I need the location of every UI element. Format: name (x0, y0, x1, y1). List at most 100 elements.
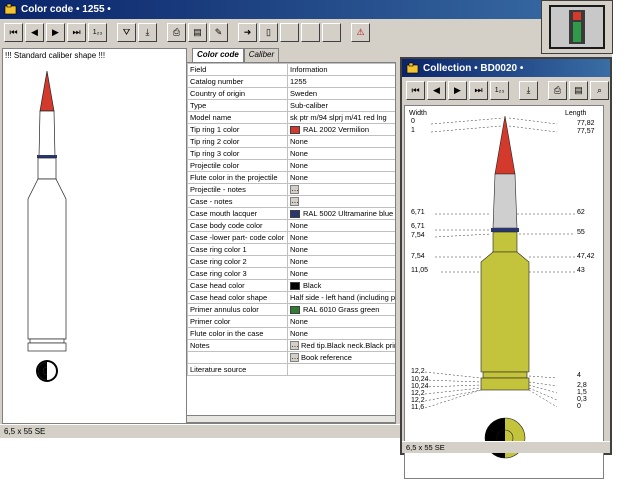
col-preview-icon[interactable]: ▤ (569, 81, 588, 100)
col-prev-record-icon[interactable]: ◀ (427, 81, 446, 100)
info-cell[interactable]: None (287, 219, 395, 232)
table-row[interactable]: Literature source (187, 363, 395, 376)
table-row[interactable]: Catalog number 1255 (187, 75, 395, 88)
table-row[interactable]: Case ring color 3 None (187, 267, 395, 280)
info-cell[interactable]: Half side - left hand (including prim (287, 291, 395, 304)
info-cell[interactable]: None (287, 171, 395, 184)
print-icon[interactable]: ⎙ (167, 23, 186, 42)
info-cell[interactable]: None (287, 147, 395, 160)
next-record-icon[interactable]: ▶ (46, 23, 65, 42)
info-text: Black (303, 280, 322, 290)
info-cell[interactable]: sk ptr m/94 slprj m/41 red lng (287, 111, 395, 124)
prev-record-icon[interactable]: ◀ (25, 23, 44, 42)
tab-color-code[interactable]: Color code (192, 48, 244, 62)
info-cell[interactable]: None (287, 231, 395, 244)
col-save-icon[interactable]: ⤓ (519, 81, 538, 100)
col-last-record-icon[interactable]: ⏭ (469, 81, 488, 100)
info-cell[interactable]: Sub-caliber (287, 99, 395, 112)
col-print-icon[interactable]: ⎙ (548, 81, 567, 100)
info-cell[interactable]: None (287, 315, 395, 328)
field-cell: Case head color (187, 279, 288, 292)
col-next-record-icon[interactable]: ▶ (448, 81, 467, 100)
main-toolbar: ⏮ ◀ ▶ ⏭ 1₂₃ ⛛ ⤓ ⎙ ▤ ✎ ➜ ▯ ⚠ (0, 23, 612, 42)
table-row[interactable]: Case mouth lacquer RAL 5002 Ultramarine b… (187, 207, 395, 220)
info-cell[interactable]: None (287, 327, 395, 340)
table-row[interactable]: Projectile - notes… (187, 183, 395, 196)
table-row[interactable]: Projectile color None (187, 159, 395, 172)
table-row[interactable]: Notes… Red tip.Black neck.Black prim (187, 339, 395, 352)
info-cell[interactable]: None (287, 159, 395, 172)
info-cell[interactable]: 1255 (287, 75, 395, 88)
col-first-record-icon[interactable]: ⏮ (406, 81, 425, 100)
table-row[interactable]: Primer annulus color RAL 6010 Grass green (187, 303, 395, 316)
main-title: Color code • 1255 • (21, 4, 111, 15)
table-row[interactable]: Tip ring 3 color None (187, 147, 395, 160)
table-row[interactable]: Country of origin Sweden (187, 87, 395, 100)
last-record-icon[interactable]: ⏭ (67, 23, 86, 42)
info-cell[interactable]: None (287, 135, 395, 148)
ellipsis-button[interactable]: … (290, 197, 299, 207)
info-cell[interactable]: RAL 5002 Ultramarine blue (287, 207, 395, 220)
col-zoom-icon[interactable]: ⌕ (590, 81, 609, 100)
length-value: 2,8 (577, 382, 587, 389)
ellipsis-button[interactable]: … (290, 353, 299, 363)
info-cell[interactable]: None (287, 243, 395, 256)
export-icon[interactable]: ➜ (238, 23, 257, 42)
table-row[interactable]: … Book reference (187, 351, 395, 364)
app-launcher-tile[interactable] (541, 0, 613, 54)
info-cell[interactable] (287, 363, 395, 376)
info-text: RAL 6010 Grass green (303, 304, 380, 314)
collection-titlebar[interactable]: Collection • BD0020 • (402, 59, 610, 77)
info-cell[interactable]: None (287, 255, 395, 268)
length-value: 43 (577, 267, 585, 274)
table-row[interactable]: Tip ring 1 color RAL 2002 Vermilion (187, 123, 395, 136)
app-tile-icon (549, 5, 605, 49)
table-row[interactable]: Case body code color None (187, 219, 395, 232)
info-cell[interactable]: RAL 6010 Grass green (287, 303, 395, 316)
save-icon[interactable]: ⤓ (138, 23, 157, 42)
table-row[interactable]: Case head color shape Half side - left ha… (187, 291, 395, 304)
blank-button-3[interactable] (322, 23, 341, 42)
info-cell[interactable]: … Red tip.Black neck.Black prim (287, 339, 395, 352)
info-text: 1255 (290, 77, 307, 86)
info-cell[interactable]: RAL 2002 Vermilion (287, 123, 395, 136)
table-row[interactable]: Primer color None (187, 315, 395, 328)
table-row[interactable]: Case ring color 2 None (187, 255, 395, 268)
col-goto-record-icon[interactable]: 1₂₃ (490, 81, 509, 100)
blank-button-1[interactable] (280, 23, 299, 42)
table-row[interactable]: Case ring color 1 None (187, 243, 395, 256)
field-cell: Type (187, 99, 288, 112)
table-row[interactable]: Case head color Black (187, 279, 395, 292)
blank-button-2[interactable] (301, 23, 320, 42)
table-row[interactable]: Type Sub-caliber (187, 99, 395, 112)
table-row[interactable]: Case -lower part- code color None (187, 231, 395, 244)
ellipsis-button[interactable]: … (290, 185, 299, 195)
ellipsis-button[interactable]: … (290, 341, 299, 351)
field-cell: Country of origin (187, 87, 288, 100)
main-titlebar[interactable]: Color code • 1255 • (0, 0, 612, 19)
table-row[interactable]: Model name sk ptr m/94 slprj m/41 red lng (187, 111, 395, 124)
info-text: Book reference (301, 352, 352, 362)
info-text: Sub-caliber (290, 101, 328, 110)
report-icon[interactable]: ✎ (209, 23, 228, 42)
tab-caliber[interactable]: Caliber (243, 48, 280, 62)
info-cell[interactable]: … Book reference (287, 351, 395, 364)
first-record-icon[interactable]: ⏮ (4, 23, 23, 42)
table-row[interactable]: Tip ring 2 color None (187, 135, 395, 148)
table-row[interactable]: Flute color in the projectile None (187, 171, 395, 184)
info-cell[interactable]: Black (287, 279, 395, 292)
exit-icon[interactable]: ⚠ (351, 23, 370, 42)
filter-icon[interactable]: ⛛ (117, 23, 136, 42)
table-row[interactable]: Case - notes… (187, 195, 395, 208)
info-text: Sweden (290, 89, 318, 98)
table-row[interactable]: Flute color in the case None (187, 327, 395, 340)
info-cell[interactable]: … (287, 183, 395, 196)
goto-record-icon[interactable]: 1₂₃ (88, 23, 107, 42)
print-preview-icon[interactable]: ▤ (188, 23, 207, 42)
attach-icon[interactable]: ▯ (259, 23, 278, 42)
grid-horizontal-scrollbar[interactable] (186, 415, 396, 423)
info-cell[interactable]: Sweden (287, 87, 395, 100)
info-cell[interactable]: None (287, 267, 395, 280)
field-cell: Flute color in the projectile (187, 171, 288, 184)
info-cell[interactable]: … (287, 195, 395, 208)
